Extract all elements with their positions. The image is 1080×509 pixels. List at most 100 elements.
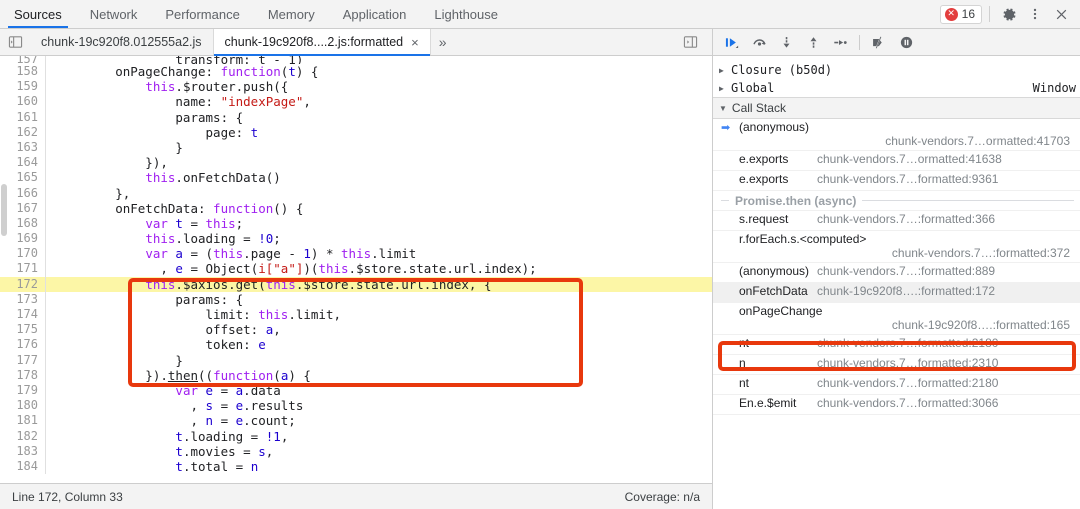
- code-line[interactable]: 176 token: e: [0, 337, 712, 353]
- close-tab-icon[interactable]: ×: [409, 36, 419, 49]
- panel-tab-network[interactable]: Network: [76, 0, 152, 28]
- call-stack-frame[interactable]: nt chunk-vendors.7…formatted:2180: [713, 335, 1080, 355]
- code-line[interactable]: 174 limit: this.limit,: [0, 307, 712, 323]
- error-circle-icon: ✕: [944, 7, 958, 21]
- call-stack-frame-location: chunk-19c920f8….:formatted:165: [891, 318, 1070, 332]
- code-line[interactable]: 183 t.movies = s,: [0, 443, 712, 459]
- code-line[interactable]: 159 this.$router.push({: [0, 79, 712, 95]
- kebab-menu-icon[interactable]: [1023, 2, 1047, 26]
- call-stack-async-separator: Promise.then (async): [713, 191, 1080, 211]
- call-stack-frame-name: (anonymous): [739, 120, 810, 134]
- code-line[interactable]: 184 t.total = n: [0, 458, 712, 475]
- sources-editor-pane: chunk-19c920f8.012555a2.js chunk-19c920f8…: [0, 29, 713, 509]
- code-editor[interactable]: 157 transform: t - 1) 158 onPageChange: f…: [0, 56, 712, 483]
- call-stack-list: ➡ (anonymous) chunk-vendors.7…ormatted:417…: [713, 119, 1080, 509]
- code-line[interactable]: 164 }),: [0, 155, 712, 171]
- code-line[interactable]: 171 , e = Object(i["a"])(this.$store.sta…: [0, 261, 712, 277]
- panel-tab-application[interactable]: Application: [329, 0, 421, 28]
- code-line[interactable]: 160 name: "indexPage",: [0, 94, 712, 110]
- call-stack-frame[interactable]: e.exports chunk-vendors.7…formatted:9361: [713, 171, 1080, 191]
- show-navigator-icon[interactable]: [0, 29, 30, 55]
- file-tabs-overflow-button[interactable]: »: [431, 29, 455, 55]
- devtools-window: Sources Network Performance Memory Applicati…: [0, 0, 1080, 509]
- gear-icon[interactable]: [997, 2, 1021, 26]
- debugger-sidebar: ▶ Closure (b50d) ▶ Global Window ▼ Call Stac…: [713, 29, 1080, 509]
- scope-row-label: Global: [731, 81, 775, 95]
- code-line[interactable]: 169 this.loading = !0;: [0, 231, 712, 247]
- call-stack-frame[interactable]: r.forEach.s.<computed> chunk-vendors.7…:f…: [713, 231, 1080, 263]
- code-line[interactable]: 177 }: [0, 352, 712, 368]
- code-line-text: params: {: [55, 291, 244, 307]
- code-line[interactable]: 172 this.$axios.get(this.$store.state.ur…: [0, 276, 712, 292]
- call-stack-frame[interactable]: onFetchData chunk-19c920f8….:formatted:17…: [713, 283, 1080, 303]
- chevron-right-icon[interactable]: ▶: [719, 66, 727, 75]
- code-line[interactable]: 166 },: [0, 185, 712, 201]
- panel-tab-sources[interactable]: Sources: [0, 0, 76, 28]
- code-line-text: }),: [55, 155, 168, 171]
- code-line[interactable]: 163 }: [0, 139, 712, 156]
- code-line[interactable]: 179 var e = a.data: [0, 382, 712, 399]
- code-line-text: this.$router.push({: [145, 79, 289, 95]
- deactivate-breakpoints-icon[interactable]: [866, 30, 892, 54]
- pause-on-exceptions-icon[interactable]: [893, 30, 919, 54]
- call-stack-frame-location: chunk-vendors.7…formatted:2180: [817, 336, 999, 350]
- resume-script-execution-icon[interactable]: [719, 30, 745, 54]
- code-line[interactable]: 165 this.onFetchData(): [0, 170, 712, 186]
- scope-section: ▶ Closure (b50d) ▶ Global Window: [713, 56, 1080, 97]
- step-over-next-function-call-icon[interactable]: [746, 30, 772, 54]
- call-stack-frame[interactable]: (anonymous) chunk-vendors.7…:formatted:88…: [713, 263, 1080, 283]
- code-line-text: token: e: [55, 337, 266, 353]
- call-stack-frame-location: chunk-vendors.7…formatted:9361: [817, 172, 999, 186]
- show-debugger-icon[interactable]: [675, 35, 705, 49]
- call-stack-frame[interactable]: ➡ (anonymous) chunk-vendors.7…ormatted:417…: [713, 119, 1080, 151]
- panel-tab-bar: Sources Network Performance Memory Applicati…: [0, 0, 1080, 29]
- step-icon[interactable]: [827, 30, 853, 54]
- code-line[interactable]: 161 params: {: [0, 109, 712, 125]
- chevron-right-icon[interactable]: ▶: [719, 84, 727, 93]
- toolbar-divider: [989, 6, 990, 22]
- file-tab[interactable]: chunk-19c920f8.012555a2.js: [30, 29, 214, 55]
- code-line-text: }: [55, 139, 183, 155]
- code-line[interactable]: 173 params: {: [0, 291, 712, 307]
- code-line[interactable]: 175 offset: a,: [0, 322, 712, 338]
- error-count-badge[interactable]: ✕ 16: [939, 4, 982, 24]
- chevron-down-icon: ▼: [719, 103, 727, 113]
- code-line-text: var e = a.data: [175, 382, 281, 398]
- code-line[interactable]: 170 var a = (this.page - 1) * this.limit: [0, 246, 712, 262]
- code-line[interactable]: 158 onPageChange: function(t) {: [0, 64, 712, 80]
- panel-tab-performance[interactable]: Performance: [151, 0, 253, 28]
- scope-row-value: Window: [1032, 81, 1076, 95]
- editor-vertical-scrollbar[interactable]: [1, 56, 7, 483]
- file-tab[interactable]: chunk-19c920f8....2.js:formatted ×: [213, 29, 431, 56]
- code-line[interactable]: 182 t.loading = !1,: [0, 428, 712, 444]
- step-into-next-function-call-icon[interactable]: [773, 30, 799, 54]
- code-line-text: var a = (this.page - 1) * this.limit: [145, 246, 417, 262]
- scope-row[interactable]: ▶ Global Window: [713, 79, 1080, 97]
- scope-row[interactable]: ▶ Closure (b50d): [713, 61, 1080, 79]
- call-stack-frame[interactable]: En.e.$emit chunk-vendors.7…formatted:3066: [713, 395, 1080, 415]
- file-tab-label: chunk-19c920f8....2.js:formatted: [224, 35, 404, 49]
- call-stack-frame-name: onFetchData: [739, 284, 808, 298]
- close-icon[interactable]: [1049, 2, 1073, 26]
- code-line[interactable]: 180 , s = e.results: [0, 398, 712, 414]
- code-line[interactable]: 162 page: t: [0, 124, 712, 140]
- call-stack-frame[interactable]: nt chunk-vendors.7…formatted:2180: [713, 375, 1080, 395]
- call-stack-frame[interactable]: n chunk-vendors.7…formatted:2310: [713, 355, 1080, 375]
- code-line[interactable]: 181 , n = e.count;: [0, 413, 712, 429]
- code-line[interactable]: 168 var t = this;: [0, 215, 712, 232]
- call-stack-frame[interactable]: e.exports chunk-vendors.7…ormatted:41638: [713, 151, 1080, 171]
- code-line[interactable]: 167 onFetchData: function() {: [0, 200, 712, 216]
- call-stack-frame[interactable]: onPageChange chunk-19c920f8….:formatted:1…: [713, 303, 1080, 335]
- code-line-text: , n = e.count;: [55, 413, 296, 429]
- call-stack-frame-name: (anonymous): [739, 264, 810, 278]
- panel-tab-lighthouse[interactable]: Lighthouse: [420, 0, 512, 28]
- call-stack-frame[interactable]: s.request chunk-vendors.7…:formatted:366: [713, 211, 1080, 231]
- code-line[interactable]: 157 transform: t - 1): [0, 56, 712, 64]
- devtools-body: chunk-19c920f8.012555a2.js chunk-19c920f8…: [0, 29, 1080, 509]
- code-line[interactable]: 178 }).then((function(a) {: [0, 367, 712, 383]
- file-tabs-right-actions: [675, 29, 712, 55]
- call-stack-section-header[interactable]: ▼ Call Stack: [713, 97, 1080, 119]
- code-line-text: params: {: [55, 109, 244, 125]
- panel-tab-memory[interactable]: Memory: [254, 0, 329, 28]
- step-out-of-current-function-icon[interactable]: [800, 30, 826, 54]
